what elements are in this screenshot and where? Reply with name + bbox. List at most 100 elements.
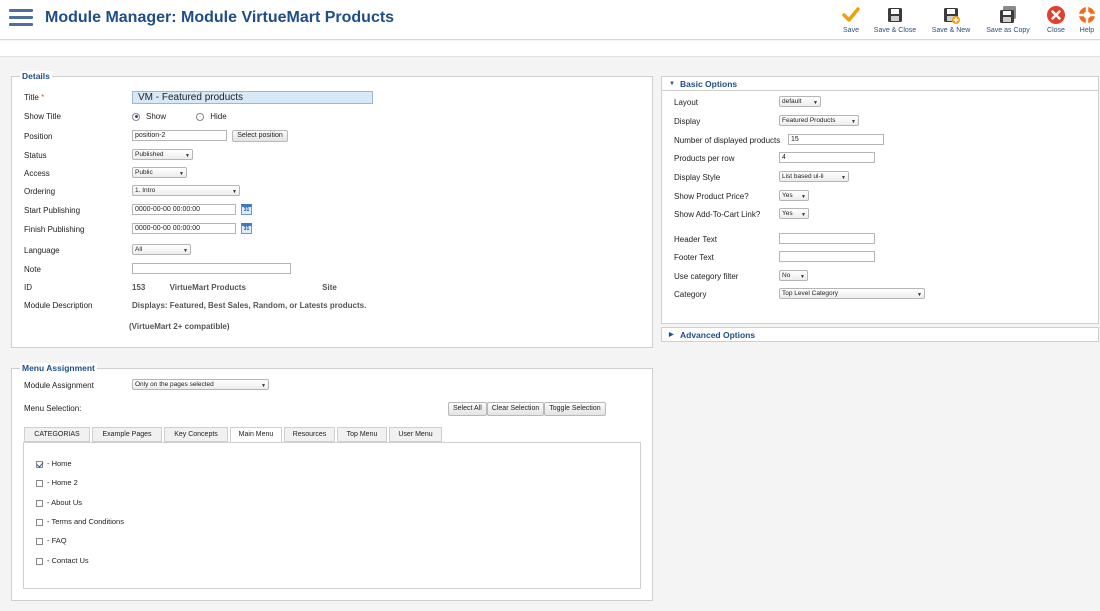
calendar-icon[interactable]: 31 <box>241 223 252 234</box>
dropdown-arrow-icon: ▼ <box>801 194 806 200</box>
footer-text-input[interactable] <box>779 251 875 262</box>
show-cart-select[interactable]: Yes ▼ <box>779 208 809 219</box>
title-input[interactable]: VM - Featured products <box>132 91 373 104</box>
check-icon <box>841 5 861 25</box>
show-title-label: Show Title <box>24 112 61 121</box>
show-price-label: Show Product Price? <box>674 192 749 201</box>
close-button[interactable]: Close <box>1043 3 1069 34</box>
dropdown-arrow-icon: ▼ <box>851 119 856 125</box>
module-assignment-label: Module Assignment <box>24 381 94 390</box>
expanded-triangle-icon: ▼ <box>669 81 675 87</box>
display-select[interactable]: Featured Products ▼ <box>779 115 859 126</box>
save-and-close-button[interactable]: Save & Close <box>869 3 921 34</box>
checkbox-icon[interactable] <box>36 557 43 565</box>
id-value: 153 <box>132 283 146 292</box>
menu-selection-label: Menu Selection: <box>24 404 82 413</box>
save-as-copy-button[interactable]: Save as Copy <box>982 3 1034 34</box>
finish-publishing-input[interactable]: 0000-00-00 00:00:00 <box>132 223 236 234</box>
tab-resources[interactable]: Resources <box>284 427 335 442</box>
header-text-label: Header Text <box>674 235 717 244</box>
num-products-label: Number of displayed products <box>674 136 781 145</box>
header-text-input[interactable] <box>779 233 875 244</box>
menu-item-faq[interactable]: - FAQ <box>36 535 67 547</box>
basic-options-header[interactable]: ▼ Basic Options <box>661 76 1099 91</box>
status-select[interactable]: Published ▼ <box>132 149 193 160</box>
tab-categorias[interactable]: CATEGORIAS <box>24 427 90 442</box>
dropdown-arrow-icon: ▼ <box>800 274 805 280</box>
checkbox-icon[interactable] <box>36 537 43 545</box>
module-assignment-select[interactable]: Only on the pages selected ▼ <box>132 379 269 390</box>
checkbox-icon[interactable] <box>36 499 43 507</box>
tab-example-pages[interactable]: Example Pages <box>92 427 162 442</box>
toggle-selection-button[interactable]: Toggle Selection <box>544 402 606 416</box>
menu-item-home-2[interactable]: - Home 2 <box>36 477 78 489</box>
note-input[interactable] <box>132 263 291 274</box>
module-name: VirtueMart Products <box>169 283 246 292</box>
num-products-input[interactable]: 15 <box>788 134 884 145</box>
dropdown-arrow-icon: ▼ <box>183 248 188 254</box>
save-and-new-button[interactable]: Save & New <box>928 3 974 34</box>
page-title: Module Manager: Module VirtueMart Produc… <box>45 9 395 26</box>
floppy-disk-copy-icon <box>998 5 1018 25</box>
dropdown-arrow-icon: ▼ <box>261 383 266 389</box>
calendar-icon[interactable]: 31 <box>241 204 252 215</box>
finish-publishing-label: Finish Publishing <box>24 225 85 234</box>
category-select[interactable]: Top Level Category ▼ <box>779 288 925 299</box>
ordering-select[interactable]: 1. Intro ▼ <box>132 185 240 196</box>
tab-key-concepts[interactable]: Key Concepts <box>164 427 228 442</box>
selection-buttons: Select All Clear Selection Toggle Selectio… <box>448 402 606 416</box>
access-select[interactable]: Public ▼ <box>132 167 187 178</box>
footer-text-label: Footer Text <box>674 253 714 262</box>
select-position-button[interactable]: Select position <box>232 130 288 142</box>
menu-assignment-legend: Menu Assignment <box>20 363 97 373</box>
checkbox-checked-icon[interactable] <box>36 460 43 468</box>
advanced-options-header[interactable]: ▶ Advanced Options <box>661 327 1099 342</box>
tab-main-menu[interactable]: Main Menu <box>230 427 282 443</box>
tab-user-menu[interactable]: User Menu <box>389 427 442 442</box>
products-per-row-input[interactable]: 4 <box>779 152 875 163</box>
dropdown-arrow-icon: ▼ <box>185 153 190 159</box>
show-price-select[interactable]: Yes ▼ <box>779 190 809 201</box>
module-description-text: Displays: Featured, Best Sales, Random, … <box>132 301 367 310</box>
floppy-disk-icon <box>885 5 905 25</box>
menu-item-contact-us[interactable]: - Contact Us <box>36 555 89 567</box>
checkbox-icon[interactable] <box>36 518 43 526</box>
help-button[interactable]: Help <box>1076 3 1098 34</box>
dropdown-arrow-icon: ▼ <box>232 189 237 195</box>
menu-items-panel: - Home - Home 2 - About Us - Terms and C… <box>23 442 641 589</box>
ordering-label: Ordering <box>24 187 56 196</box>
module-description-label: Module Description <box>24 301 93 310</box>
clear-selection-button[interactable]: Clear Selection <box>486 402 545 416</box>
basic-options-panel: Layout default ▼ Display Featured Product… <box>661 91 1099 324</box>
menu-item-about-us[interactable]: - About Us <box>36 497 82 509</box>
select-all-button[interactable]: Select All <box>448 402 487 416</box>
start-publishing-label: Start Publishing <box>24 206 81 215</box>
save-button[interactable]: Save <box>838 3 864 34</box>
layout-select[interactable]: default ▼ <box>779 96 821 107</box>
menu-item-terms[interactable]: - Terms and Conditions <box>36 516 124 528</box>
id-label: ID <box>24 283 32 292</box>
show-title-show-label: Show <box>146 112 167 121</box>
start-publishing-input[interactable]: 0000-00-00 00:00:00 <box>132 204 236 215</box>
title-label: Title <box>24 93 39 102</box>
help-lifebuoy-icon <box>1077 5 1097 25</box>
show-title-hide-radio[interactable] <box>196 112 205 121</box>
menu-hamburger-icon[interactable] <box>9 9 33 29</box>
details-legend: Details <box>20 71 52 81</box>
required-marker: * <box>41 93 45 102</box>
access-label: Access <box>24 169 50 178</box>
show-title-show-radio[interactable] <box>132 112 140 121</box>
sub-toolbar <box>0 41 1100 57</box>
display-style-select[interactable]: List based ul-li ▼ <box>779 171 849 182</box>
module-compat-text: (VirtueMart 2+ compatible) <box>129 322 230 331</box>
category-filter-label: Use category filter <box>674 272 739 281</box>
checkbox-icon[interactable] <box>36 479 43 487</box>
menu-item-home[interactable]: - Home <box>36 458 72 470</box>
tab-top-menu[interactable]: Top Menu <box>337 427 387 442</box>
dropdown-arrow-icon: ▼ <box>801 212 806 218</box>
position-input[interactable]: position-2 <box>132 130 227 141</box>
products-per-row-label: Products per row <box>674 154 735 163</box>
category-filter-select[interactable]: No ▼ <box>779 270 808 281</box>
language-select[interactable]: All ▼ <box>132 244 191 255</box>
note-label: Note <box>24 265 41 274</box>
